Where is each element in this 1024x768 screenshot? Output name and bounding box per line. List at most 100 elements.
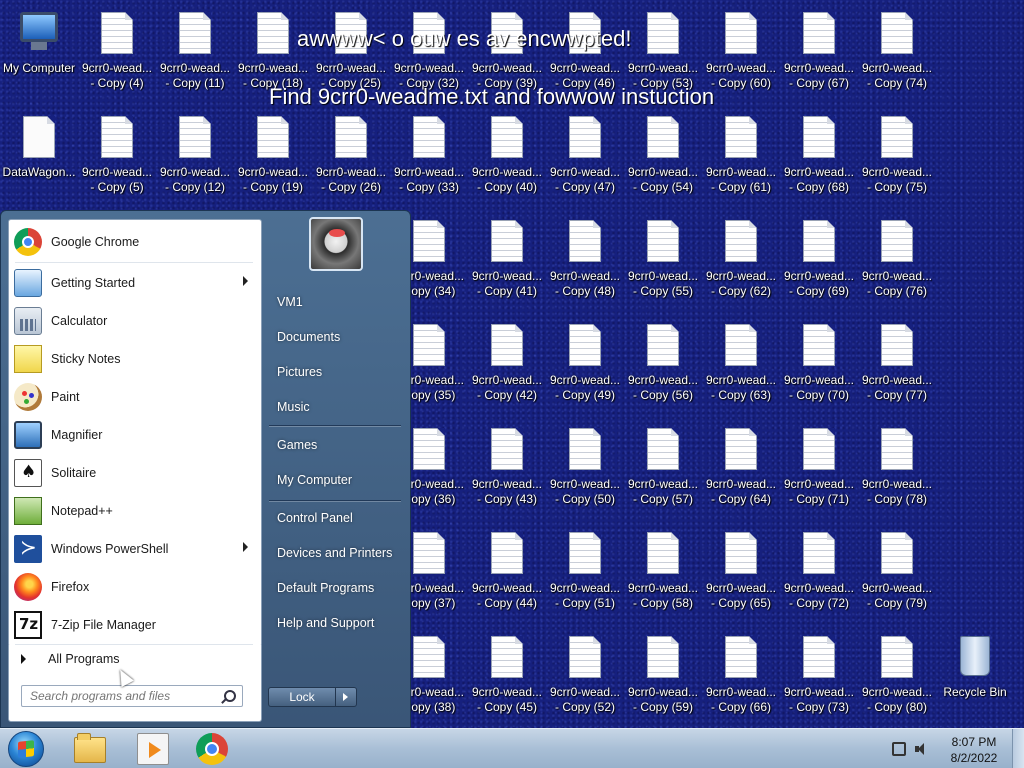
desktop-file-icon[interactable]: 9crr0-wead... - Copy (12)	[157, 110, 233, 210]
desktop-file-icon[interactable]: 9crr0-wead... - Copy (73)	[781, 630, 857, 730]
start-menu-link[interactable]: Games	[268, 430, 402, 460]
file-explorer-icon[interactable]	[74, 733, 106, 763]
program-item[interactable]: Windows PowerShell	[12, 531, 258, 567]
chrome-icon[interactable]	[196, 733, 228, 765]
desktop-file-icon[interactable]: 9crr0-wead... - Copy (45)	[469, 630, 545, 730]
desktop-icon-label: DataWagon...	[2, 165, 76, 179]
desktop-file-icon[interactable]: 9crr0-wead... - Copy (70)	[781, 318, 857, 418]
desktop-icon-recycle-bin[interactable]: Recycle Bin	[937, 630, 1013, 730]
desktop-file-icon[interactable]: 9crr0-wead... - Copy (33)	[391, 110, 467, 210]
file-name-label: 9crr0-wead...	[627, 373, 699, 387]
start-menu-link[interactable]: Pictures	[268, 357, 402, 387]
desktop-file-icon[interactable]: 9crr0-wead... - Copy (79)	[859, 526, 935, 626]
desktop-file-icon[interactable]: 9crr0-wead... - Copy (72)	[781, 526, 857, 626]
start-menu-link[interactable]: My Computer	[268, 465, 402, 495]
desktop-file-icon[interactable]: 9crr0-wead... - Copy (61)	[703, 110, 779, 210]
file-name-label: 9crr0-wead...	[393, 61, 465, 75]
text-document-icon	[797, 428, 841, 474]
program-item[interactable]: Notepad++	[12, 493, 258, 529]
desktop-file-icon[interactable]: 9crr0-wead... - Copy (49)	[547, 318, 623, 418]
search-input[interactable]	[21, 685, 243, 707]
program-item[interactable]: Solitaire	[12, 455, 258, 491]
desktop-file-icon[interactable]: 9crr0-wead... - Copy (69)	[781, 214, 857, 314]
desktop-icon-my-computer[interactable]: My Computer	[1, 6, 77, 106]
desktop-file-icon[interactable]: 9crr0-wead... - Copy (63)	[703, 318, 779, 418]
media-player-icon[interactable]	[137, 733, 169, 765]
start-menu-link[interactable]: VM1	[268, 287, 402, 317]
desktop-file-icon[interactable]: 9crr0-wead... - Copy (43)	[469, 422, 545, 522]
desktop-file-icon[interactable]: 9crr0-wead... - Copy (50)	[547, 422, 623, 522]
desktop-file-icon[interactable]: 9crr0-wead... - Copy (55)	[625, 214, 701, 314]
desktop-file-icon[interactable]: 9crr0-wead... - Copy (47)	[547, 110, 623, 210]
program-item[interactable]: Firefox	[12, 569, 258, 605]
program-item[interactable]: Google Chrome	[12, 224, 258, 260]
desktop-file-icon[interactable]: 9crr0-wead... - Copy (44)	[469, 526, 545, 626]
show-desktop-button[interactable]	[1012, 729, 1024, 768]
desktop-file-icon[interactable]: 9crr0-wead... - Copy (77)	[859, 318, 935, 418]
shutdown-options-arrow-button[interactable]	[336, 687, 357, 707]
desktop-file-icon[interactable]: 9crr0-wead... - Copy (76)	[859, 214, 935, 314]
desktop-file-icon[interactable]: 9crr0-wead... - Copy (58)	[625, 526, 701, 626]
start-menu-link[interactable]: Devices and Printers	[268, 538, 402, 568]
lock-button[interactable]: Lock	[268, 687, 336, 707]
desktop-file-icon[interactable]: 9crr0-wead... - Copy (26)	[313, 110, 389, 210]
volume-icon[interactable]	[914, 742, 928, 756]
file-name-label: 9crr0-wead...	[783, 373, 855, 387]
desktop-file-icon[interactable]: 9crr0-wead... - Copy (75)	[859, 110, 935, 210]
program-item[interactable]: Sticky Notes	[12, 341, 258, 377]
file-name-label: 9crr0-wead...	[471, 269, 543, 283]
text-document-icon	[797, 532, 841, 578]
desktop-file-icon[interactable]: 9crr0-wead... - Copy (62)	[703, 214, 779, 314]
desktop-file-icon[interactable]: 9crr0-wead... - Copy (67)	[781, 6, 857, 106]
text-document-icon	[563, 532, 607, 578]
desktop-file-icon[interactable]: 9crr0-wead... - Copy (66)	[703, 630, 779, 730]
desktop-file-icon[interactable]: 9crr0-wead... - Copy (11)	[157, 6, 233, 106]
start-menu-link[interactable]: Default Programs	[268, 573, 402, 603]
desktop-file-icon[interactable]: 9crr0-wead... - Copy (64)	[703, 422, 779, 522]
desktop-file-icon[interactable]: 9crr0-wead... - Copy (19)	[235, 110, 311, 210]
desktop-file-icon[interactable]: 9crr0-wead... - Copy (54)	[625, 110, 701, 210]
desktop-file-icon[interactable]: 9crr0-wead... - Copy (42)	[469, 318, 545, 418]
desktop-file-icon[interactable]: 9crr0-wead... - Copy (48)	[547, 214, 623, 314]
start-button[interactable]	[8, 731, 44, 767]
desktop-icon-datawagon[interactable]: DataWagon...	[1, 110, 77, 210]
desktop-file-icon[interactable]: 9crr0-wead... - Copy (40)	[469, 110, 545, 210]
user-avatar[interactable]	[309, 217, 363, 271]
file-copy-label: - Copy (26)	[320, 180, 382, 194]
text-document-icon	[875, 428, 919, 474]
file-name-label: 9crr0-wead...	[705, 165, 777, 179]
program-item[interactable]: Magnifier	[12, 417, 258, 453]
desktop-file-icon[interactable]: 9crr0-wead... - Copy (4)	[79, 6, 155, 106]
desktop-file-icon[interactable]: 9crr0-wead... - Copy (78)	[859, 422, 935, 522]
desktop-file-icon[interactable]: 9crr0-wead... - Copy (57)	[625, 422, 701, 522]
file-copy-label: - Copy (54)	[632, 180, 694, 194]
file-name-label: 9crr0-wead...	[81, 61, 153, 75]
program-item[interactable]: 7-Zip File Manager	[12, 607, 258, 643]
desktop-file-icon[interactable]: 9crr0-wead... - Copy (74)	[859, 6, 935, 106]
start-menu-link[interactable]: Control Panel	[268, 503, 402, 533]
desktop-file-icon[interactable]: 9crr0-wead... - Copy (80)	[859, 630, 935, 730]
taskbar-clock[interactable]: 8:07 PM 8/2/2022	[940, 734, 1008, 766]
desktop-file-icon[interactable]: 9crr0-wead... - Copy (59)	[625, 630, 701, 730]
file-copy-label: - Copy (51)	[554, 596, 616, 610]
file-copy-label: - Copy (57)	[632, 492, 694, 506]
desktop-file-icon[interactable]: 9crr0-wead... - Copy (60)	[703, 6, 779, 106]
desktop-file-icon[interactable]: 9crr0-wead... - Copy (51)	[547, 526, 623, 626]
start-menu-link[interactable]: Music	[268, 392, 402, 422]
start-menu-link[interactable]: Help and Support	[268, 608, 402, 638]
desktop-file-icon[interactable]: 9crr0-wead... - Copy (41)	[469, 214, 545, 314]
divider	[15, 262, 253, 263]
desktop-file-icon[interactable]: 9crr0-wead... - Copy (65)	[703, 526, 779, 626]
desktop-file-icon[interactable]: 9crr0-wead... - Copy (5)	[79, 110, 155, 210]
desktop-file-icon[interactable]: 9crr0-wead... - Copy (71)	[781, 422, 857, 522]
program-item[interactable]: Paint	[12, 379, 258, 415]
desktop-file-icon[interactable]: 9crr0-wead... - Copy (68)	[781, 110, 857, 210]
network-icon[interactable]	[892, 742, 906, 756]
program-item[interactable]: Getting Started	[12, 265, 258, 301]
desktop-file-icon[interactable]: 9crr0-wead... - Copy (56)	[625, 318, 701, 418]
program-item[interactable]: Calculator	[12, 303, 258, 339]
desktop-file-icon[interactable]: 9crr0-wead... - Copy (52)	[547, 630, 623, 730]
start-menu-link[interactable]: Documents	[268, 322, 402, 352]
search-icon[interactable]	[224, 690, 236, 702]
all-programs-button[interactable]: All Programs	[8, 645, 262, 673]
